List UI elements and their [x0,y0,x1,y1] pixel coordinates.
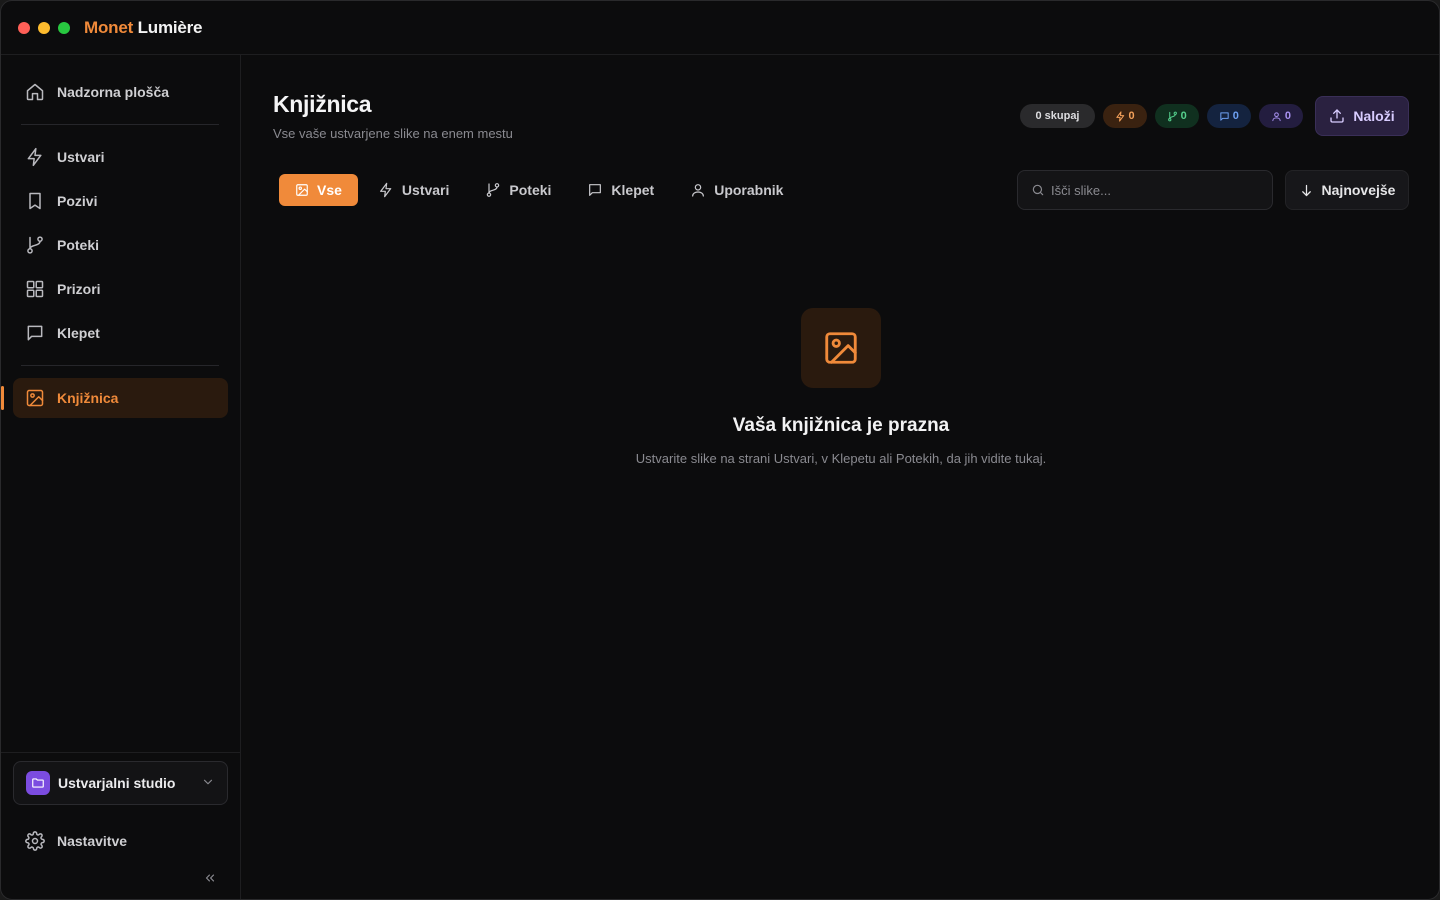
upload-icon [1330,109,1345,123]
minimize-window-button[interactable] [38,21,50,34]
sidebar-item-label: Ustvari [57,149,105,165]
page-subtitle: Vse vaše ustvarjene slike na enem mestu [273,126,513,141]
tab-flows[interactable]: Poteki [469,174,567,206]
app-logo: Monet Lumière [84,17,203,38]
user-icon [692,184,705,197]
empty-state-title: Vaša knjižnica je prazna [732,415,950,436]
search-icon [1031,183,1045,197]
tab-label: Poteki [509,182,552,198]
maximize-window-button[interactable] [58,21,70,34]
collapse-sidebar-button[interactable] [201,869,219,887]
upload-label: Naloži [1353,108,1395,124]
sidebar-item-create[interactable]: Ustvari [13,137,228,177]
workspace-switcher[interactable]: Ustvarjalni studio [13,761,228,805]
user-icon [1272,111,1281,121]
chat-count: 0 [1232,110,1239,122]
flow-count-badge: 0 [1154,104,1199,128]
sidebar-item-label: Knjižnica [57,390,119,406]
tab-label: Klepet [611,182,655,198]
sidebar-item-label: Klepet [57,325,100,341]
sidebar-item-scenes[interactable]: Prizori [13,269,228,309]
chat-count-badge: 0 [1206,104,1251,128]
filter-tabs: Vse Ustvari Poteki Klepet Uporabnik [279,174,799,206]
brand-first-word: Monet [84,17,134,37]
tab-create[interactable]: Ustvari [362,174,465,206]
image-icon [296,184,308,196]
sidebar: Nadzorna plošča Ustvari Pozivi Poteki Pr… [1,55,241,899]
message-square-icon [589,184,602,196]
create-count-badge: 0 [1102,104,1147,128]
folder-icon [26,771,50,795]
workspace-name: Ustvarjalni studio [58,775,176,791]
bookmark-icon [25,191,45,211]
empty-state-message: Ustvarite slike na strani Ustvari, v Kle… [635,451,1047,466]
sidebar-item-flows[interactable]: Poteki [13,225,228,265]
sidebar-item-label: Pozivi [57,193,98,209]
search-box [1017,170,1273,210]
tab-label: Ustvari [401,182,450,198]
git-branch-icon [1167,111,1177,121]
chevrons-left-icon [205,874,215,882]
sidebar-item-settings[interactable]: Nastavitve [13,821,228,861]
zap-icon [379,182,392,198]
close-window-button[interactable] [18,21,30,34]
sort-button[interactable]: Najnovejše [1285,170,1409,210]
upload-button[interactable]: Naloži [1315,96,1409,136]
titlebar: Monet Lumière [1,1,1439,55]
app-window: Monet Lumière Nadzorna plošča Ustvari Po… [0,0,1440,900]
image-icon [25,388,45,408]
sidebar-item-library[interactable]: Knjižnica [1,378,228,418]
tab-chat[interactable]: Klepet [571,174,670,206]
main-content: Knjižnica Vse vaše ustvarjene slike na e… [241,55,1439,899]
tab-user[interactable]: Uporabnik [674,174,799,206]
user-count: 0 [1284,110,1291,122]
total-count: 0 skupaj [1035,110,1080,122]
git-branch-icon [487,183,500,197]
create-count: 0 [1128,110,1135,122]
tab-label: Uporabnik [714,182,784,198]
git-branch-icon [25,235,45,255]
image-icon [825,332,857,364]
message-square-icon [1220,111,1229,121]
count-badges: 0 skupaj 0 0 0 0 [1020,104,1303,128]
tab-label: Vse [317,182,342,198]
flow-count: 0 [1180,110,1187,122]
zap-icon [1115,110,1124,122]
sidebar-item-label: Nastavitve [57,833,128,849]
sort-label: Najnovejše [1321,182,1396,198]
tab-all[interactable]: Vse [279,174,358,206]
sidebar-item-label: Nadzorna plošča [57,84,170,100]
empty-state-illustration [801,308,881,388]
grid-icon [25,279,45,299]
total-count-badge: 0 skupaj [1020,104,1095,128]
sidebar-item-prompts[interactable]: Pozivi [13,181,228,221]
active-indicator [1,386,4,410]
page-title: Knjižnica [273,91,372,117]
chevron-down-icon [201,775,215,794]
arrow-down-icon [1301,184,1311,196]
sidebar-divider [21,365,219,366]
sidebar-item-label: Prizori [57,281,101,297]
sidebar-footer-divider [1,752,241,753]
sidebar-item-chat[interactable]: Klepet [13,313,228,353]
window-controls [18,21,70,34]
home-icon [25,82,45,102]
user-count-badge: 0 [1258,104,1303,128]
search-input[interactable] [1051,182,1251,198]
zap-icon [25,147,45,167]
brand-second-word: Lumière [137,17,203,37]
message-square-icon [25,323,45,343]
sidebar-item-dashboard[interactable]: Nadzorna plošča [13,72,228,112]
sidebar-divider [21,124,219,125]
gear-icon [25,831,45,851]
sidebar-item-label: Poteki [57,237,100,253]
